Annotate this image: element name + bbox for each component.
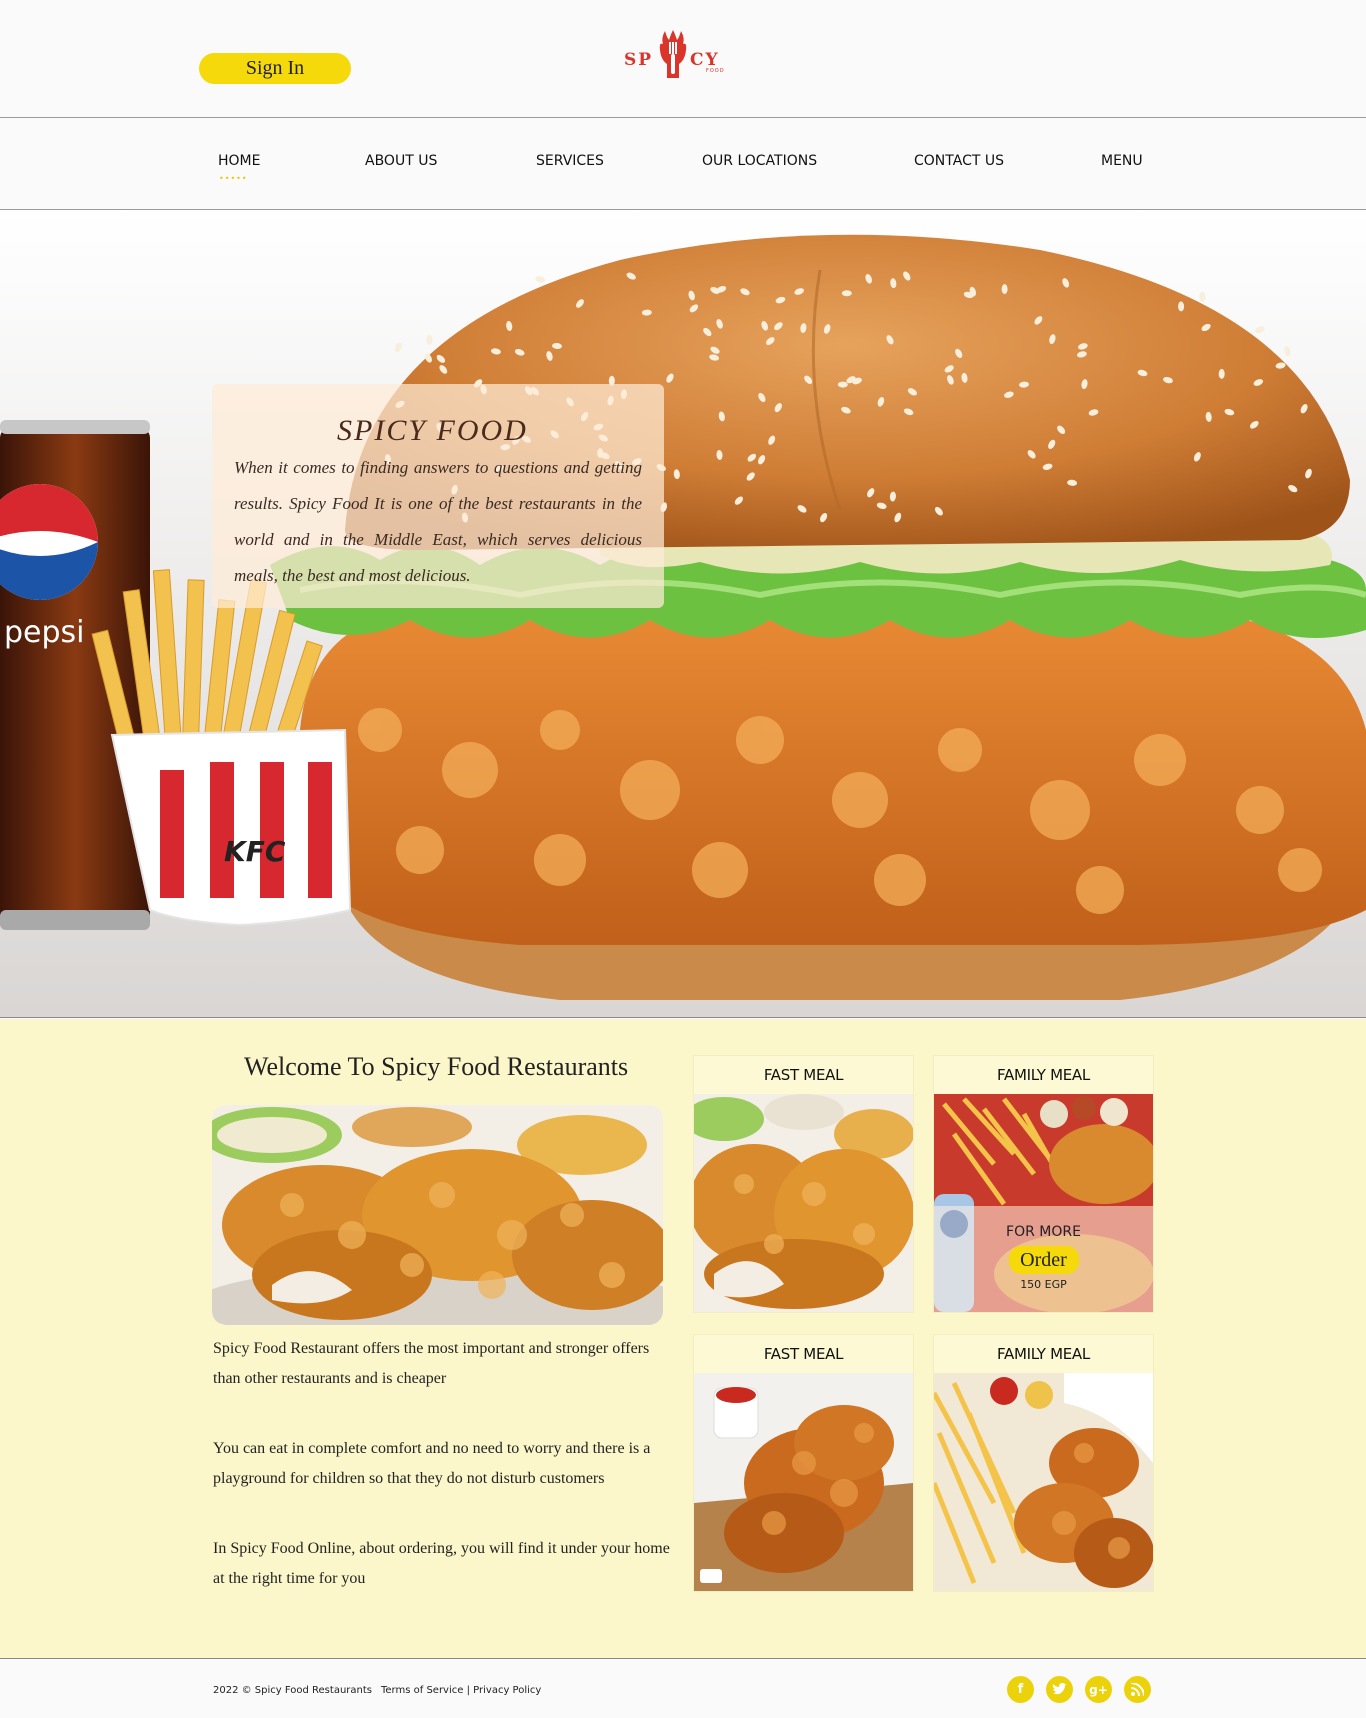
for-more-label: FOR MORE	[1006, 1224, 1081, 1240]
meal-card-fast-meal-2[interactable]: FAST MEAL	[693, 1334, 914, 1592]
nav-item-label: MENU	[1101, 153, 1143, 169]
facebook-icon[interactable]: f	[1007, 1676, 1034, 1703]
nav-item-about-us[interactable]: ABOUT US	[365, 153, 437, 169]
hero-food-illustration: pepsi KFC	[0, 210, 1366, 1017]
logo-text-right: CY	[690, 50, 720, 70]
nav-item-our-locations[interactable]: OUR LOCATIONS	[702, 153, 817, 169]
welcome-heading: Welcome To Spicy Food Restaurants	[244, 1052, 629, 1081]
intro-paragraph-3: In Spicy Food Online, about ordering, yo…	[213, 1540, 670, 1587]
family-meal-photo: FOR MORE Order 150 EGP	[934, 1094, 1153, 1312]
rss-icon[interactable]	[1124, 1676, 1151, 1703]
intro-paragraph-2: You can eat in complete comfort and no n…	[213, 1440, 651, 1487]
card-title: FAST MEAL	[763, 1066, 844, 1084]
active-indicator: •••••	[219, 174, 248, 183]
card-title: FAMILY MEAL	[997, 1066, 1090, 1084]
nav-item-label: SERVICES	[536, 153, 604, 169]
card-title: FAMILY MEAL	[997, 1345, 1090, 1363]
nav-item-contact-us[interactable]: CONTACT US	[914, 153, 1004, 169]
logo-subtext: FOOD	[706, 68, 725, 74]
order-button[interactable]: Order	[1008, 1246, 1079, 1274]
twitter-icon[interactable]	[1046, 1676, 1073, 1703]
logo-text-left: SP	[624, 50, 654, 70]
main-nav: HOME ••••• ABOUT US SERVICES OUR LOCATIO…	[0, 119, 1366, 210]
order-overlay: FOR MORE Order 150 EGP	[934, 1206, 1153, 1312]
meal-card-family-meal[interactable]: FAMILY MEAL FOR MORE Order 150 EGP	[933, 1055, 1154, 1313]
meal-card-fast-meal[interactable]: FAST MEAL	[693, 1055, 914, 1313]
sign-in-button[interactable]: Sign In	[199, 53, 351, 84]
nav-item-label: HOME	[218, 153, 261, 169]
price-label: 150 EGP	[1020, 1278, 1067, 1291]
hero-title: SPICY FOOD	[337, 414, 528, 447]
pepsi-can-label: pepsi	[4, 615, 85, 650]
meal-card-family-meal-2[interactable]: FAMILY MEAL	[933, 1334, 1154, 1592]
nav-item-label: CONTACT US	[914, 153, 1004, 169]
nav-item-services[interactable]: SERVICES	[536, 153, 604, 169]
fried-chicken-photo	[212, 1105, 663, 1325]
main-content: Welcome To Spicy Food Restaurants Spicy …	[0, 1019, 1366, 1658]
chicken-wings-photo	[694, 1373, 913, 1591]
nav-item-label: OUR LOCATIONS	[702, 153, 818, 169]
copyright-text: 2022 © Spicy Food Restaurants	[213, 1685, 372, 1696]
nav-item-label: ABOUT US	[365, 153, 438, 169]
hero-description: When it comes to finding answers to ques…	[234, 458, 642, 585]
card-title: FAST MEAL	[763, 1345, 844, 1363]
google-plus-icon[interactable]: g+	[1085, 1676, 1112, 1703]
site-footer: 2022 © Spicy Food Restaurants Terms of S…	[0, 1658, 1366, 1718]
nav-item-menu[interactable]: MENU	[1101, 153, 1143, 169]
footer-links: Terms of Service | Privacy Policy	[381, 1685, 541, 1696]
terms-of-service-link[interactable]: Terms of Service	[381, 1685, 463, 1696]
chicken-bucket-photo	[934, 1373, 1153, 1591]
kfc-box-label: KFC	[224, 835, 286, 868]
site-header: Sign In SP CY FOOD	[0, 0, 1366, 118]
hero-intro-card: SPICY FOOD When it comes to finding answ…	[212, 384, 664, 608]
hero-banner: pepsi KFC SPICY FOOD When it comes to fi…	[0, 210, 1366, 1018]
nav-item-home[interactable]: HOME •••••	[218, 153, 261, 183]
privacy-policy-link[interactable]: Privacy Policy	[473, 1685, 541, 1696]
fast-meal-photo	[694, 1094, 913, 1312]
spicy-food-logo[interactable]: SP CY FOOD	[620, 28, 732, 82]
logo-fork-icon	[659, 30, 687, 78]
intro-paragraph-1: Spicy Food Restaurant offers the most im…	[213, 1340, 650, 1387]
footer-separator: |	[466, 1685, 470, 1696]
